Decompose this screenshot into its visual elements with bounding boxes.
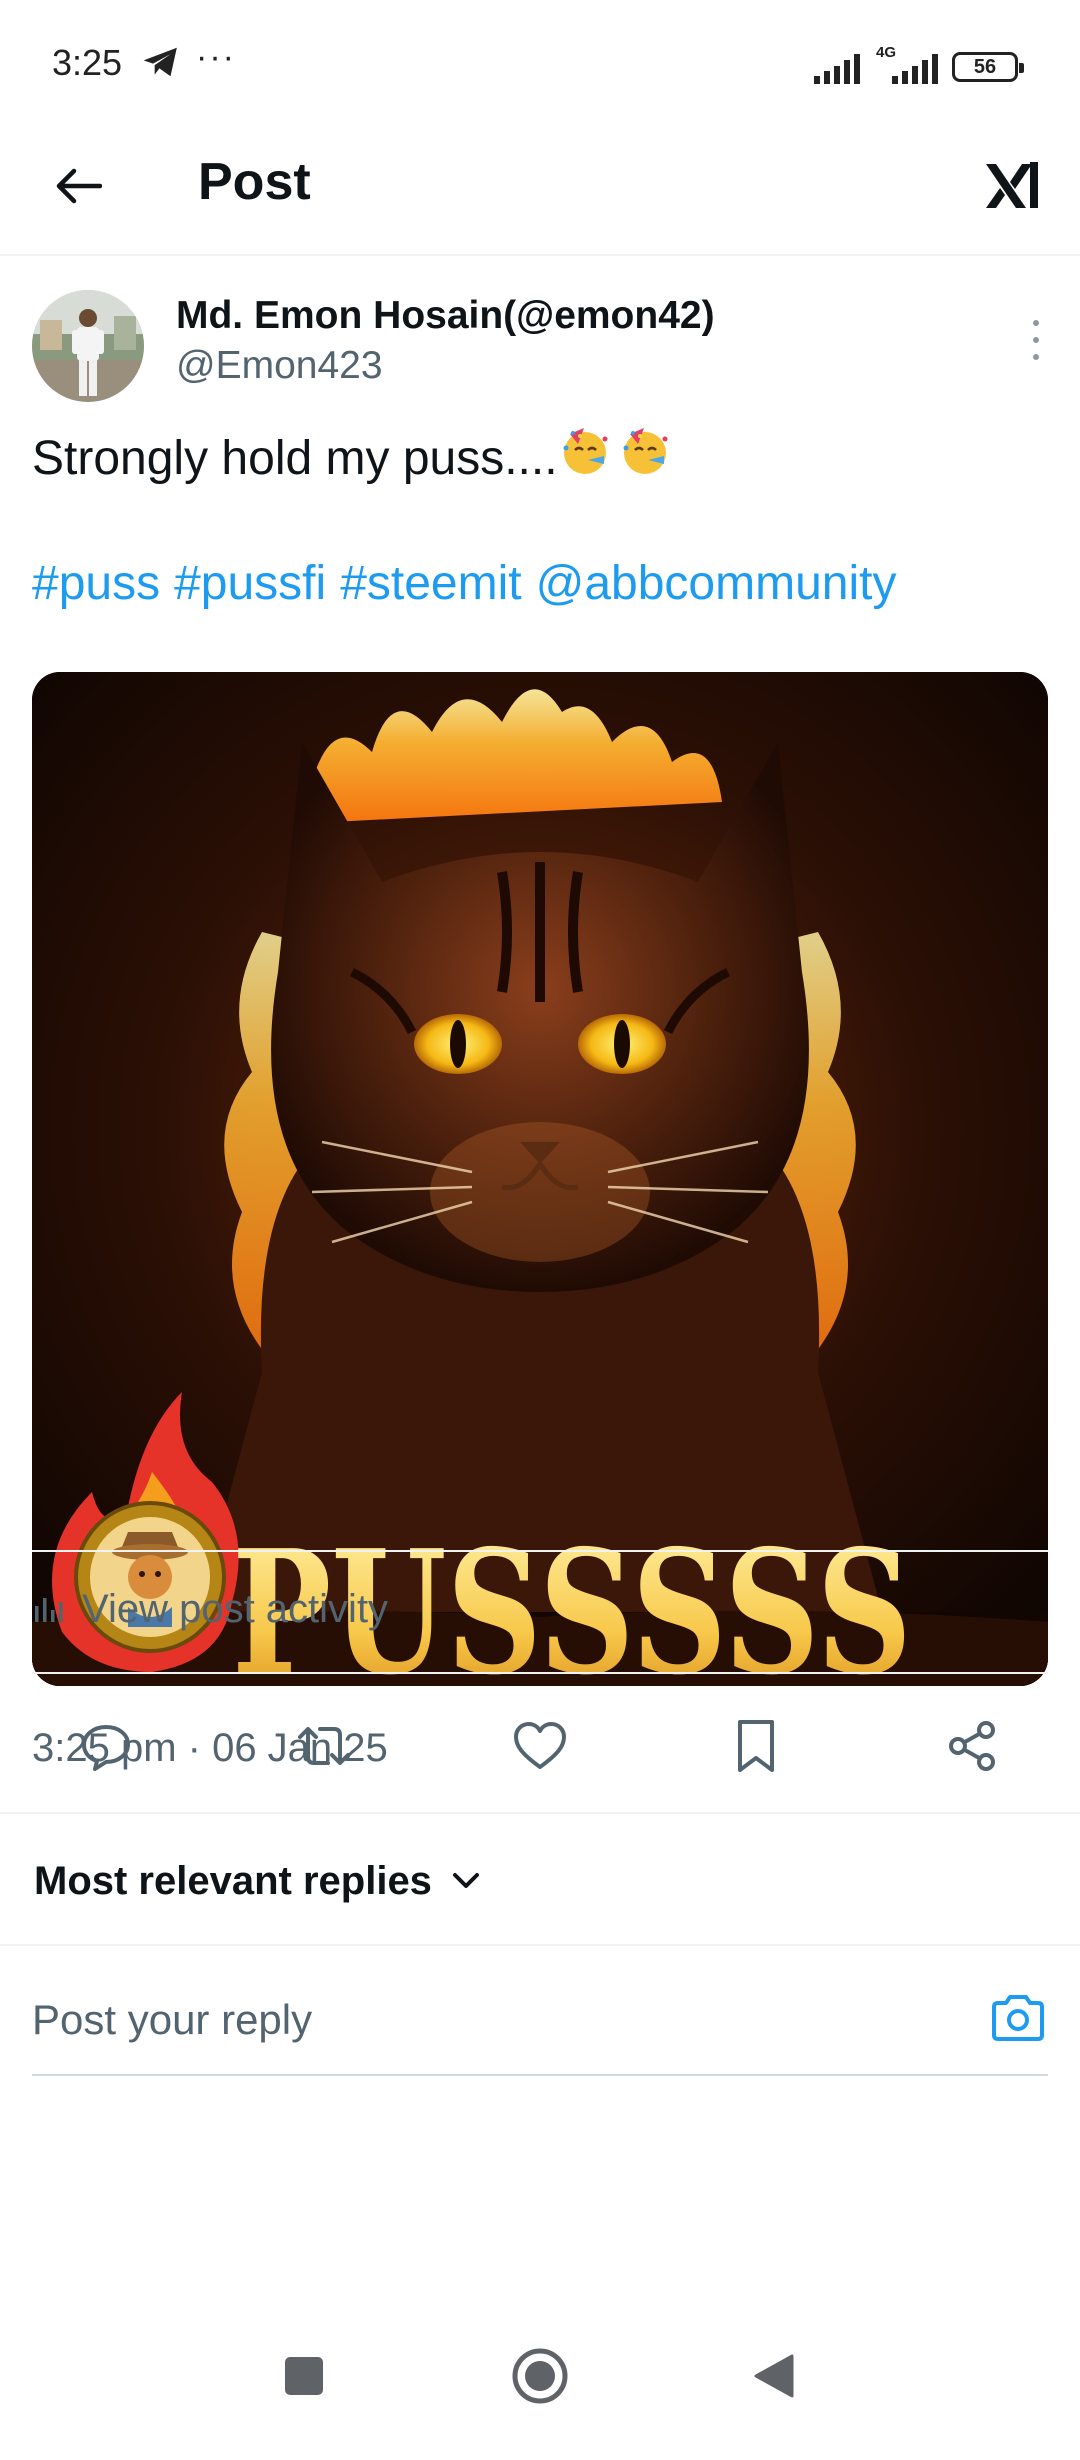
- heart-icon: [514, 1722, 566, 1769]
- post-text: Strongly hold my puss....: [32, 424, 672, 486]
- reply-sort-dropdown[interactable]: Most relevant replies: [34, 1846, 482, 1916]
- arrow-left-icon: [56, 168, 102, 204]
- view-post-activity-label: View post activity: [82, 1586, 389, 1631]
- battery-level: 56: [973, 55, 997, 78]
- xai-logo-icon[interactable]: [982, 156, 1042, 216]
- reply-input[interactable]: [32, 1980, 932, 2060]
- bookmark-button[interactable]: [724, 1714, 788, 1778]
- avatar[interactable]: [32, 290, 144, 402]
- page-title: Post: [198, 153, 311, 211]
- telegram-icon: [143, 47, 177, 77]
- post-image[interactable]: PUSSSSS: [32, 672, 1048, 1686]
- notification-overflow-icon: ···: [196, 38, 236, 76]
- square-icon: [285, 2357, 323, 2395]
- divider: [0, 1944, 1080, 1946]
- system-back-button[interactable]: [742, 2344, 806, 2408]
- reply-icon: [82, 1725, 130, 1771]
- more-options-button[interactable]: [1024, 316, 1048, 364]
- fire-cat-illustration: PUSSSSS: [32, 672, 1048, 1686]
- like-button[interactable]: [508, 1714, 572, 1778]
- share-icon: [949, 1721, 995, 1771]
- partying-face-emoji-icon: [623, 428, 668, 474]
- bookmark-icon: [738, 1720, 774, 1772]
- divider: [32, 1550, 1048, 1552]
- share-button[interactable]: [940, 1714, 1004, 1778]
- hashtag-link[interactable]: #pussfi: [174, 557, 326, 610]
- status-bar: 3:25 ··· 4G 56: [0, 0, 1080, 130]
- reply-sort-label: Most relevant replies: [34, 1858, 432, 1903]
- author-handle[interactable]: @Emon423: [176, 344, 383, 388]
- signal-icon: [814, 54, 860, 84]
- home-circle-icon: [512, 2348, 568, 2404]
- hashtag-link[interactable]: #steemit: [340, 557, 521, 610]
- home-button[interactable]: [508, 2344, 572, 2408]
- avatar-photo: [32, 290, 144, 402]
- reply-button[interactable]: [74, 1714, 138, 1778]
- hashtag-link[interactable]: #puss: [32, 557, 160, 610]
- divider: [32, 1672, 1048, 1674]
- divider: [0, 1812, 1080, 1814]
- chevron-down-icon: [452, 1873, 479, 1888]
- post-action-bar: [0, 1690, 1080, 1800]
- back-button[interactable]: [48, 156, 108, 216]
- post-body: Strongly hold my puss....: [32, 432, 558, 485]
- status-indicators: 4G 56: [814, 44, 1024, 84]
- status-time: 3:25: [52, 42, 123, 83]
- top-navigation: Post: [0, 130, 1080, 256]
- system-navigation-bar: [0, 2290, 1080, 2460]
- repost-icon: [298, 1727, 350, 1765]
- battery-icon: 56: [952, 52, 1024, 82]
- network-type-label: 4G: [876, 44, 897, 61]
- post-hashtags: #puss #pussfi #steemit @abbcommunity: [32, 556, 910, 611]
- recent-apps-button[interactable]: [272, 2344, 336, 2408]
- repost-button[interactable]: [292, 1714, 356, 1778]
- camera-button[interactable]: [988, 1988, 1048, 2048]
- analytics-icon: [35, 1598, 63, 1622]
- partying-face-emoji-icon: [563, 428, 608, 474]
- triangle-back-icon: [754, 2354, 794, 2398]
- signal-4g-icon: 4G: [874, 44, 938, 84]
- author-name[interactable]: Md. Emon Hosain(@emon42): [176, 294, 715, 338]
- reply-composer: [32, 1980, 1048, 2076]
- view-post-activity-button[interactable]: View post activity: [32, 1574, 388, 1644]
- mention-link[interactable]: @abbcommunity: [536, 557, 897, 610]
- camera-icon: [992, 1995, 1044, 2041]
